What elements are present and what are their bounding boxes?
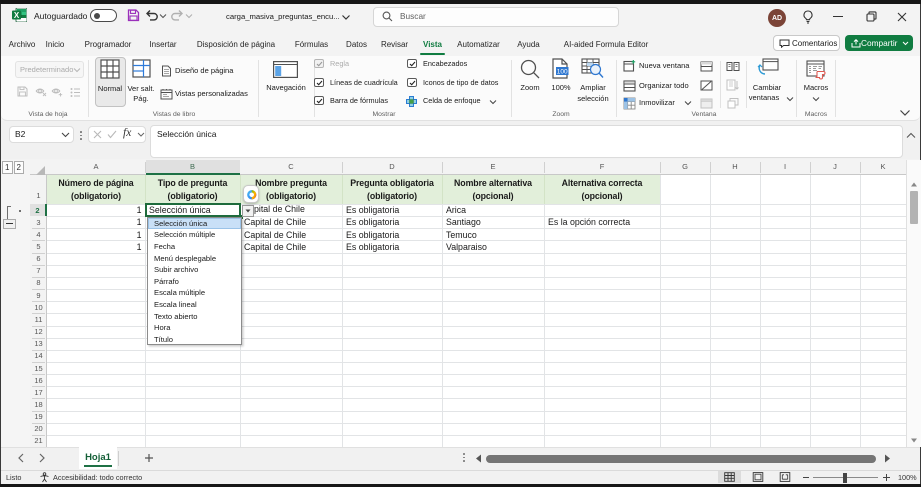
svg-text:X: X bbox=[14, 11, 20, 20]
svg-text:100: 100 bbox=[557, 69, 568, 76]
